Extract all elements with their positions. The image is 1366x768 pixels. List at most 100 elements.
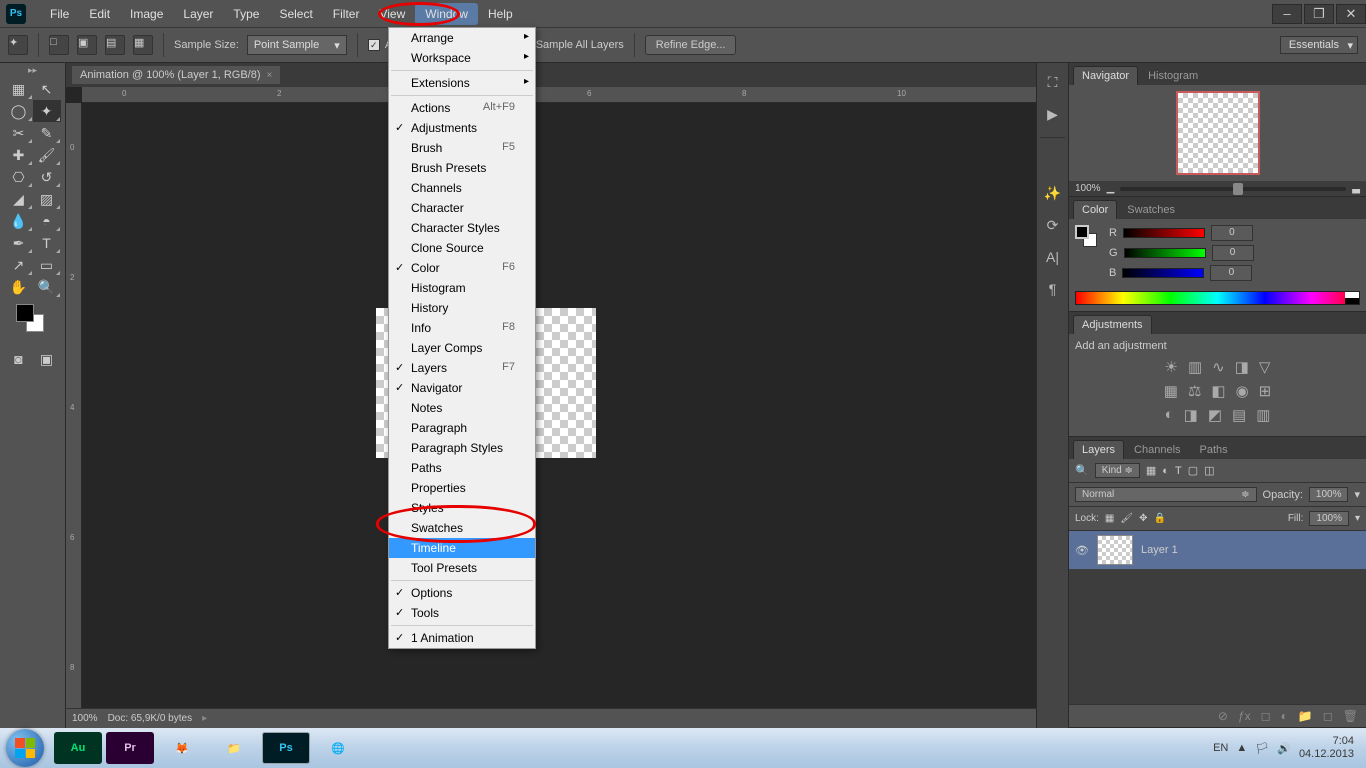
lock-image-icon[interactable]: 🖌 — [1120, 513, 1133, 524]
adj-brightness-icon[interactable]: ☀ — [1165, 358, 1178, 376]
green-slider[interactable] — [1124, 248, 1206, 258]
menu-edit[interactable]: Edit — [79, 3, 120, 25]
gradient-tool[interactable]: ▨ — [33, 188, 61, 210]
menu-item-navigator[interactable]: Navigator — [389, 378, 535, 398]
status-doc-info[interactable]: Doc: 65,9K/0 bytes — [108, 713, 193, 724]
opacity-input[interactable]: 100% — [1309, 487, 1349, 502]
lock-position-icon[interactable]: ✥ — [1139, 513, 1147, 524]
path-tool[interactable]: ↗ — [5, 254, 33, 276]
minimize-button[interactable]: – — [1272, 4, 1302, 24]
tab-color[interactable]: Color — [1073, 200, 1117, 219]
status-zoom[interactable]: 100% — [72, 713, 98, 724]
ruler-vertical[interactable]: 02468 — [66, 103, 82, 708]
menu-item-adjustments[interactable]: Adjustments — [389, 118, 535, 138]
navigator-zoom-value[interactable]: 100% — [1075, 183, 1101, 194]
menu-item-character-styles[interactable]: Character Styles — [389, 218, 535, 238]
lock-transparent-icon[interactable]: ▦ — [1105, 513, 1114, 524]
zoom-out-icon[interactable]: ▁ — [1107, 183, 1115, 194]
taskbar-app-firefox[interactable]: 🦊 — [158, 732, 206, 764]
mini-panel-4[interactable]: ⟳ — [1042, 216, 1064, 234]
menu-select[interactable]: Select — [269, 3, 322, 25]
menu-item-workspace[interactable]: Workspace — [389, 48, 535, 68]
crop-tool[interactable]: ✂ — [5, 122, 33, 144]
taskbar-app-photoshop[interactable]: Ps — [262, 732, 310, 764]
tab-adjustments[interactable]: Adjustments — [1073, 315, 1152, 334]
selection-mode-intersect[interactable]: ▦ — [133, 35, 153, 55]
hand-tool[interactable]: ✋ — [5, 276, 33, 298]
adj-invert-icon[interactable]: ◐ — [1165, 406, 1174, 424]
blend-mode-select[interactable]: Normal≑ — [1075, 487, 1257, 502]
mini-panel-0[interactable]: ⛶ — [1042, 73, 1064, 91]
eyedropper-tool[interactable]: ✎ — [33, 122, 61, 144]
menu-image[interactable]: Image — [120, 3, 173, 25]
healing-tool[interactable]: ✚ — [5, 144, 33, 166]
menu-item-tool-presets[interactable]: Tool Presets — [389, 558, 535, 578]
menu-item-arrange[interactable]: Arrange — [389, 28, 535, 48]
adj-photo-icon[interactable]: ◉ — [1236, 382, 1249, 400]
menu-item-channels[interactable]: Channels — [389, 178, 535, 198]
group-icon[interactable]: 📁 — [1298, 709, 1313, 723]
adj-mixer-icon[interactable]: ⊞ — [1259, 382, 1272, 400]
menu-item-history[interactable]: History — [389, 298, 535, 318]
fg-swatch[interactable] — [1075, 225, 1089, 239]
adj-balance-icon[interactable]: ⚖ — [1188, 382, 1201, 400]
layer-filter-select[interactable]: Kind ≑ — [1095, 463, 1140, 478]
eraser-tool[interactable]: ◢ — [5, 188, 33, 210]
menu-view[interactable]: View — [369, 3, 415, 25]
menu-item-paragraph-styles[interactable]: Paragraph Styles — [389, 438, 535, 458]
color-ramp[interactable] — [1075, 291, 1360, 305]
menu-item-layer-comps[interactable]: Layer Comps — [389, 338, 535, 358]
red-slider[interactable] — [1123, 228, 1205, 238]
tray-up-icon[interactable]: ▲ — [1236, 742, 1247, 754]
document-tab[interactable]: Animation @ 100% (Layer 1, RGB/8)× — [72, 66, 280, 84]
tray-volume-icon[interactable]: 🔊 — [1277, 742, 1291, 755]
visibility-icon[interactable]: 👁 — [1075, 544, 1089, 557]
menu-item-histogram[interactable]: Histogram — [389, 278, 535, 298]
blur-tool[interactable]: 💧 — [5, 210, 33, 232]
workspace-switcher[interactable]: Essentials ▾ — [1280, 36, 1358, 54]
tray-flag-icon[interactable]: 🏳 — [1255, 742, 1269, 755]
mini-panel-1[interactable]: ▶ — [1042, 105, 1064, 123]
menu-item-brush-presets[interactable]: Brush Presets — [389, 158, 535, 178]
menu-item-paragraph[interactable]: Paragraph — [389, 418, 535, 438]
artboard-tool[interactable]: ↖ — [33, 78, 61, 100]
filter-adj-icon[interactable]: ◐ — [1162, 465, 1169, 477]
color-swatches[interactable] — [16, 304, 50, 338]
foreground-color[interactable] — [16, 304, 34, 322]
mini-panel-2[interactable] — [1042, 152, 1064, 170]
red-value[interactable]: 0 — [1211, 225, 1253, 241]
blue-slider[interactable] — [1122, 268, 1204, 278]
tool-preset-icon[interactable]: ✦ — [8, 35, 28, 55]
adj-levels-icon[interactable]: ▥ — [1188, 358, 1202, 376]
adj-thresh-icon[interactable]: ◩ — [1208, 406, 1222, 424]
menu-item-timeline[interactable]: Timeline — [389, 538, 535, 558]
menu-item-swatches[interactable]: Swatches — [389, 518, 535, 538]
ruler-horizontal[interactable]: 0246810 — [82, 87, 1036, 103]
adj-vibrance-icon[interactable]: ▽ — [1259, 358, 1271, 376]
menu-item-paths[interactable]: Paths — [389, 458, 535, 478]
menu-item-actions[interactable]: ActionsAlt+F9 — [389, 98, 535, 118]
adj-bw-icon[interactable]: ◧ — [1211, 382, 1225, 400]
tab-paths[interactable]: Paths — [1191, 440, 1237, 459]
selection-mode-add[interactable]: ▣ — [77, 35, 97, 55]
blue-value[interactable]: 0 — [1210, 265, 1252, 281]
tab-swatches[interactable]: Swatches — [1118, 200, 1184, 219]
filter-pixel-icon[interactable]: ▦ — [1146, 464, 1156, 477]
taskbar-app-explorer[interactable]: 📁 — [210, 732, 258, 764]
link-layers-icon[interactable]: ⊘ — [1218, 709, 1228, 723]
navigator-zoom-slider[interactable] — [1120, 187, 1346, 191]
menu-item-color[interactable]: ColorF6 — [389, 258, 535, 278]
maximize-button[interactable]: ❐ — [1304, 4, 1334, 24]
menu-item-character[interactable]: Character — [389, 198, 535, 218]
screen-mode-icon[interactable]: ▣ — [33, 348, 61, 370]
layer-thumbnail[interactable] — [1097, 535, 1133, 565]
taskbar-app-chrome[interactable]: 🌐 — [314, 732, 362, 764]
layer-fx-icon[interactable]: ƒx — [1238, 709, 1251, 723]
adj-grad-icon[interactable]: ▤ — [1232, 406, 1246, 424]
adj-hue-icon[interactable]: ▦ — [1164, 382, 1178, 400]
menu-item-options[interactable]: Options — [389, 583, 535, 603]
brush-tool[interactable]: 🖌 — [33, 144, 61, 166]
menu-type[interactable]: Type — [223, 3, 269, 25]
refine-edge-button[interactable]: Refine Edge... — [645, 35, 737, 55]
taskbar-app-audition[interactable]: Au — [54, 732, 102, 764]
